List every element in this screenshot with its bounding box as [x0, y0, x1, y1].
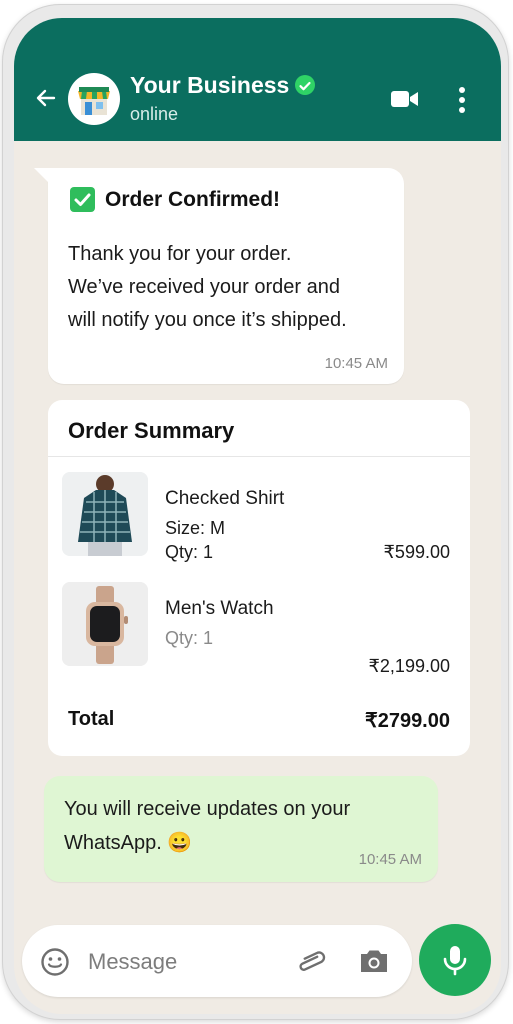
- item-price: ₹2,199.00: [368, 656, 450, 676]
- item-price: ₹599.00: [383, 542, 450, 562]
- presence-status: online: [130, 104, 179, 124]
- confirmation-line-2: We’ve received your order and: [68, 276, 340, 298]
- chat-header: Your Business online: [14, 18, 501, 141]
- message-composer: [22, 925, 412, 997]
- updates-line-1: You will receive updates on your: [64, 798, 351, 820]
- emoji-icon[interactable]: [40, 947, 70, 977]
- item-qty: Qty: 1: [165, 542, 214, 562]
- updates-message: You will receive updates on your WhatsAp…: [44, 776, 438, 882]
- shirt-image[interactable]: [62, 472, 148, 556]
- watch-image[interactable]: [62, 582, 148, 666]
- updates-text: You will receive updates on your WhatsAp…: [64, 792, 424, 860]
- bubble-tail: [34, 168, 48, 182]
- camera-icon[interactable]: [358, 947, 390, 975]
- check-icon: [70, 187, 95, 212]
- confirmation-text: Thank you for your order. We’ve received…: [68, 238, 398, 337]
- order-summary-card: Order Summary Checked Shirt Size: M Qty:…: [48, 400, 470, 756]
- phone-frame: Your Business online Order Confirmed! Th…: [2, 4, 509, 1020]
- message-time: 10:45 AM: [324, 355, 388, 372]
- mic-button[interactable]: [419, 924, 491, 996]
- order-confirmed-message: Order Confirmed! Thank you for your orde…: [34, 168, 404, 384]
- more-icon[interactable]: [458, 86, 466, 114]
- store-icon: [78, 87, 110, 115]
- mic-icon: [443, 946, 467, 976]
- item-qty: Qty: 1: [165, 628, 214, 648]
- item-name: Men's Watch: [165, 598, 274, 619]
- verified-icon: [295, 74, 316, 95]
- total-label: Total: [68, 708, 115, 730]
- total-value: ₹2799.00: [364, 710, 450, 732]
- attach-icon[interactable]: [294, 945, 328, 979]
- message-time: 10:45 AM: [358, 851, 422, 868]
- message-input[interactable]: [86, 945, 280, 979]
- business-avatar[interactable]: [68, 73, 120, 125]
- video-call-icon[interactable]: [390, 88, 420, 110]
- chat-screen: Your Business online Order Confirmed! Th…: [14, 18, 501, 1014]
- business-name: Your Business: [130, 72, 290, 98]
- confirmation-line-1: Thank you for your order.: [68, 243, 292, 265]
- divider: [48, 456, 470, 457]
- item-size: Size: M: [165, 518, 226, 538]
- confirmation-line-3: will notify you once it’s shipped.: [68, 309, 347, 331]
- confirmation-title: Order Confirmed!: [105, 188, 281, 211]
- order-summary-title: Order Summary: [68, 418, 235, 443]
- item-name: Checked Shirt: [165, 488, 285, 509]
- back-arrow-icon[interactable]: [34, 86, 58, 110]
- chat-title[interactable]: Your Business: [130, 72, 316, 99]
